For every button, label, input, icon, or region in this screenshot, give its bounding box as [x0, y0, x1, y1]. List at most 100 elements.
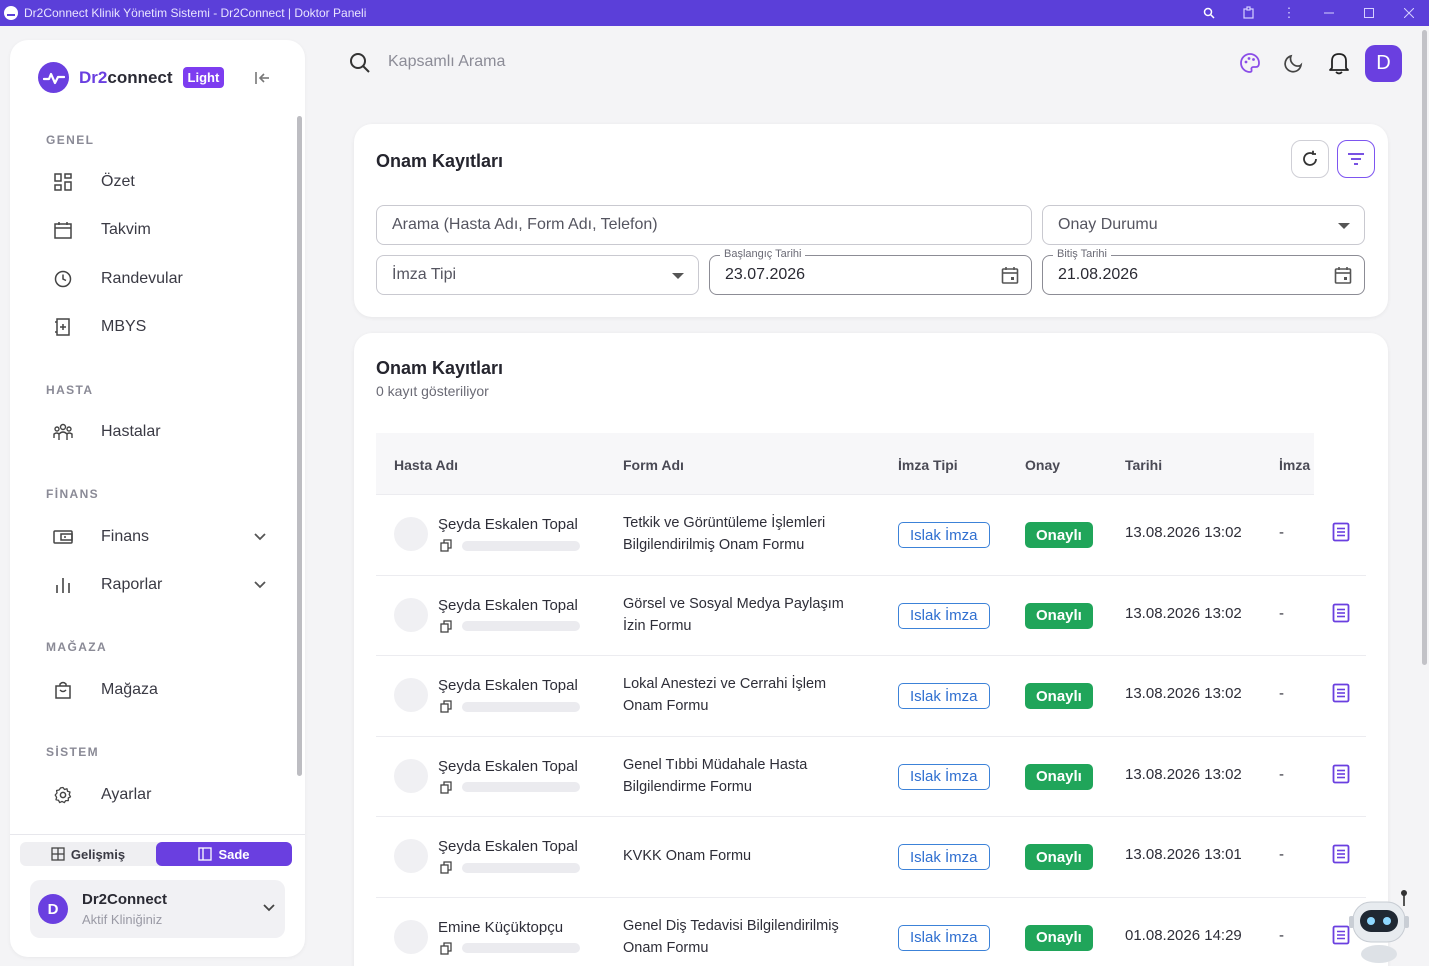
signature-value: -	[1279, 524, 1284, 541]
sidebar-item-randevular[interactable]: Randevular	[40, 259, 270, 299]
col-onay[interactable]: Onay	[1025, 457, 1060, 473]
sidebar-item-mbys[interactable]: MBYS	[40, 307, 270, 347]
copy-icon[interactable]	[440, 700, 452, 713]
patient-name[interactable]: Şeyda Eskalen Topal	[438, 758, 578, 775]
patient-avatar	[394, 517, 428, 551]
minimize-button[interactable]	[1309, 0, 1349, 26]
table-row[interactable]: Şeyda Eskalen Topal Görsel ve Sosyal Medy…	[376, 576, 1366, 656]
sidebar-item-magaza[interactable]: Mağaza	[40, 670, 270, 710]
brand[interactable]: Dr2connect Light	[38, 62, 225, 93]
patient-name[interactable]: Şeyda Eskalen Topal	[438, 597, 578, 614]
signature-type-badge: Islak İmza	[898, 924, 990, 951]
refresh-icon	[1303, 150, 1317, 166]
table-row[interactable]: Emine Küçüktopçu Genel Diş Tedavisi Bilgi…	[376, 898, 1366, 966]
copy-icon[interactable]	[440, 619, 452, 633]
document-icon[interactable]	[1332, 844, 1350, 867]
patient-phone	[440, 619, 580, 633]
advanced-mode-button[interactable]: Gelişmiş	[20, 842, 156, 866]
actions-column-header	[1314, 433, 1366, 495]
patient-name[interactable]: Şeyda Eskalen Topal	[438, 838, 578, 855]
assistant-robot-icon[interactable]	[1347, 888, 1411, 966]
approval-badge: Onaylı	[1025, 924, 1093, 951]
approval-badge: Onaylı	[1025, 683, 1093, 709]
clinic-subtitle: Aktif Kliniğiniz	[82, 912, 163, 927]
notification-bell-icon[interactable]	[1326, 50, 1352, 76]
masked-phone	[462, 621, 580, 631]
close-button[interactable]	[1389, 0, 1429, 26]
form-name: Tetkik ve Görüntüleme İşlemleri Bilgilend…	[623, 515, 826, 553]
maximize-button[interactable]	[1349, 0, 1389, 26]
user-avatar[interactable]: D	[1365, 45, 1402, 82]
col-tarihi[interactable]: Tarihi	[1125, 457, 1162, 473]
table-row[interactable]: Şeyda Eskalen Topal Genel Tıbbi Müdahale …	[376, 737, 1366, 817]
document-icon[interactable]	[1332, 603, 1350, 626]
patient-phone	[440, 941, 580, 955]
table-row[interactable]: Şeyda Eskalen Topal Lokal Anestezi ve Cer…	[376, 656, 1366, 737]
masked-phone	[462, 782, 580, 792]
palette-icon[interactable]	[1237, 50, 1263, 76]
end-date-field[interactable]: Bitiş Tarihi 21.08.2026	[1042, 248, 1365, 295]
start-date-field[interactable]: Başlangıç Tarihi 23.07.2026	[709, 248, 1032, 295]
signature-value: -	[1279, 846, 1284, 863]
copy-icon[interactable]	[440, 539, 452, 552]
refresh-button[interactable]	[1291, 140, 1329, 178]
zoom-icon[interactable]	[1189, 0, 1229, 26]
consent-date: 13.08.2026 13:02	[1125, 604, 1242, 622]
sidebar-item-ozet[interactable]: Özet	[40, 162, 270, 202]
calendar-icon[interactable]	[1334, 266, 1352, 289]
consent-search-input[interactable]: Arama (Hasta Adı, Form Adı, Telefon)	[376, 205, 1032, 245]
consent-list-card: Onam Kayıtları 0 kayıt gösteriliyor Hast…	[354, 333, 1388, 966]
sidebar-item-hastalar[interactable]: Hastalar	[40, 412, 270, 452]
col-form-adi[interactable]: Form Adı	[623, 457, 684, 473]
col-hasta-adi[interactable]: Hasta Adı	[394, 457, 458, 473]
col-imza-tipi[interactable]: İmza Tipi	[898, 457, 958, 473]
brand-logo-icon	[38, 62, 69, 93]
collapse-sidebar-icon[interactable]	[252, 68, 272, 88]
signature-type-badge: Islak İmza	[898, 602, 990, 629]
chevron-down-icon[interactable]	[263, 899, 275, 917]
divider	[10, 834, 305, 835]
sidebar-item-finans[interactable]: Finans	[40, 517, 270, 557]
approval-badge: Onaylı	[1025, 763, 1093, 790]
signature-type-badge: Islak İmza	[898, 763, 990, 790]
approval-status-select[interactable]: Onay Durumu	[1042, 205, 1365, 245]
patient-avatar	[394, 919, 428, 954]
col-imza[interactable]: İmza	[1279, 457, 1310, 473]
copy-icon[interactable]	[440, 941, 452, 955]
table-row[interactable]: Şeyda Eskalen Topal Tetkik ve Görüntüleme…	[376, 495, 1366, 576]
page-scrollbar[interactable]	[1422, 30, 1427, 665]
patient-phone	[440, 861, 580, 874]
simple-mode-button[interactable]: Sade	[156, 842, 292, 866]
copy-icon[interactable]	[440, 861, 452, 874]
copy-icon[interactable]	[440, 780, 452, 794]
patient-name[interactable]: Şeyda Eskalen Topal	[438, 677, 578, 694]
signature-type-select[interactable]: İmza Tipi	[376, 255, 699, 295]
search-icon[interactable]	[349, 52, 371, 79]
dark-mode-icon[interactable]	[1281, 50, 1307, 76]
signature-value: -	[1279, 685, 1284, 702]
calendar-icon	[52, 219, 74, 241]
document-icon[interactable]	[1332, 683, 1350, 706]
patient-name[interactable]: Şeyda Eskalen Topal	[438, 516, 578, 533]
signature-type-badge: Islak İmza	[898, 522, 990, 548]
document-icon[interactable]	[1332, 522, 1350, 545]
global-search-input[interactable]: Kapsamlı Arama	[388, 53, 505, 71]
clinic-switcher[interactable]: D Dr2Connect Aktif Kliniğiniz	[30, 880, 285, 938]
sidebar-scrollbar[interactable]	[297, 116, 302, 776]
consent-table: Hasta Adı Form Adı İmza Tipi Onay Tarihi…	[376, 433, 1366, 966]
extensions-icon[interactable]	[1229, 0, 1269, 26]
more-options-icon[interactable]: ⋮	[1269, 0, 1309, 26]
patient-name[interactable]: Emine Küçüktopçu	[438, 919, 563, 936]
sidebar-item-ayarlar[interactable]: Ayarlar	[40, 775, 270, 815]
app-icon	[4, 6, 18, 20]
calendar-icon[interactable]	[1001, 266, 1019, 289]
sidebar-item-raporlar[interactable]: Raporlar	[40, 565, 270, 605]
document-icon[interactable]	[1332, 764, 1350, 787]
form-name: Genel Tıbbi Müdahale Hasta Bilgilendirme …	[623, 756, 808, 795]
table-row[interactable]: Şeyda Eskalen Topal KVKK Onam Formu Islak …	[376, 817, 1366, 898]
chevron-down-icon[interactable]	[250, 527, 270, 547]
sidebar-item-takvim[interactable]: Takvim	[40, 210, 270, 250]
chevron-down-icon[interactable]	[250, 575, 270, 595]
filter-button[interactable]	[1337, 140, 1375, 178]
view-mode-toggle: Gelişmiş Sade	[20, 842, 292, 866]
